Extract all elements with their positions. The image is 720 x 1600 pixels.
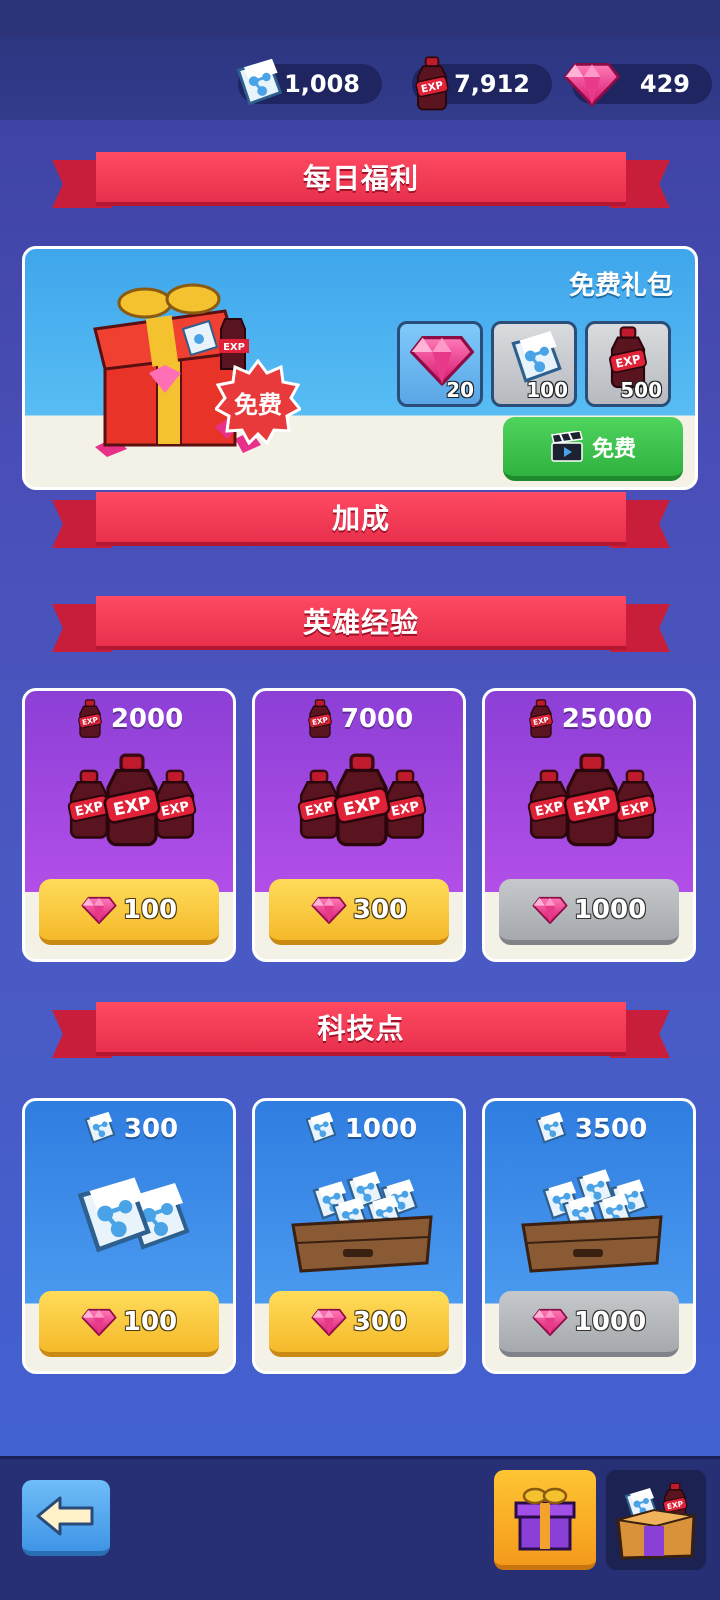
shop-tab[interactable] xyxy=(606,1470,706,1570)
section-ribbon-boost: 加成 xyxy=(52,492,670,548)
buy-button[interactable]: 1000 xyxy=(499,879,679,945)
reward-slot-gems: 20 xyxy=(397,321,483,407)
resource-box-icon xyxy=(616,1482,696,1560)
gem-icon xyxy=(532,1308,568,1336)
tech-point-icon xyxy=(531,1110,569,1148)
section-ribbon-daily: 每日福利 xyxy=(52,152,670,208)
claim-free-button[interactable]: 免费 xyxy=(503,417,683,481)
tech-offer-card[interactable]: 300 100 xyxy=(22,1098,236,1374)
exp-offer-card[interactable]: 7000 300 xyxy=(252,688,466,962)
gem-icon xyxy=(532,896,568,924)
gift-box-icon xyxy=(514,1487,576,1550)
exp-counter[interactable]: 7,912 xyxy=(412,64,552,104)
section-ribbon-tech: 科技点 xyxy=(52,1002,670,1058)
tech-cards-icon xyxy=(57,1159,189,1279)
buy-button[interactable]: 100 xyxy=(39,879,219,945)
exp-offer-card[interactable]: 25000 1000 xyxy=(482,688,696,962)
exp-bottle-icon xyxy=(75,699,105,739)
exp-bottles-bundle-icon xyxy=(526,753,658,847)
price-value: 100 xyxy=(122,1306,178,1337)
tech-point-icon xyxy=(80,1110,118,1148)
gem-icon xyxy=(81,896,117,924)
section-ribbon-hero-exp: 英雄经验 xyxy=(52,596,670,652)
daily-free-pack-card: EXP 免费 免费礼包 20 100 500 免费 xyxy=(22,246,698,490)
exp-bottles-bundle-icon xyxy=(296,753,428,847)
reward-value: 20 xyxy=(446,378,474,402)
tech-point-icon xyxy=(301,1110,339,1148)
buy-button[interactable]: 300 xyxy=(269,879,449,945)
gem-icon xyxy=(311,896,347,924)
offer-amount: 7000 xyxy=(340,704,414,734)
tech-points-value: 1,008 xyxy=(284,70,360,98)
price-value: 1000 xyxy=(573,894,647,925)
video-clapper-icon xyxy=(551,430,583,462)
reward-value: 500 xyxy=(620,378,662,402)
offer-amount: 2000 xyxy=(110,704,184,734)
status-strip xyxy=(0,0,720,36)
offer-amount: 300 xyxy=(123,1114,179,1144)
tech-crate-icon xyxy=(291,1170,433,1273)
section-title-daily: 每日福利 xyxy=(96,152,626,206)
reward-slot-exp: 500 xyxy=(585,321,671,407)
reward-value: 100 xyxy=(526,378,568,402)
gems-counter[interactable]: 429 xyxy=(572,64,712,104)
exp-offer-card[interactable]: 2000 100 xyxy=(22,688,236,962)
price-value: 100 xyxy=(122,894,178,925)
gift-tab[interactable] xyxy=(494,1470,596,1570)
section-title-boost: 加成 xyxy=(96,492,626,546)
arrow-left-icon xyxy=(36,1496,94,1535)
tech-offer-card[interactable]: 1000 300 xyxy=(252,1098,466,1374)
tech-offer-card[interactable]: 3500 1000 xyxy=(482,1098,696,1374)
price-value: 1000 xyxy=(573,1306,647,1337)
buy-button[interactable]: 300 xyxy=(269,1291,449,1357)
exp-bottle-icon xyxy=(305,699,335,739)
section-title-hero-exp: 英雄经验 xyxy=(96,596,626,650)
price-value: 300 xyxy=(352,894,408,925)
back-button[interactable] xyxy=(22,1480,110,1556)
offer-amount: 25000 xyxy=(561,704,653,734)
price-value: 300 xyxy=(352,1306,408,1337)
exp-bottle-icon xyxy=(404,56,460,112)
gem-icon xyxy=(311,1308,347,1336)
exp-bottles-bundle-icon xyxy=(66,753,198,847)
exp-bottle-icon xyxy=(526,699,556,739)
offer-amount: 1000 xyxy=(344,1114,418,1144)
tech-crate-icon xyxy=(521,1168,663,1273)
free-badge-label: 免费 xyxy=(234,390,282,419)
exp-value: 7,912 xyxy=(454,70,530,98)
offer-amount: 3500 xyxy=(574,1114,648,1144)
claim-free-label: 免费 xyxy=(591,436,636,462)
buy-button[interactable]: 100 xyxy=(39,1291,219,1357)
gem-icon xyxy=(564,56,620,112)
gem-icon xyxy=(81,1308,117,1336)
section-title-tech: 科技点 xyxy=(96,1002,626,1056)
reward-slot-tech-points: 100 xyxy=(491,321,577,407)
tech-point-icon xyxy=(230,56,286,112)
free-badge: 免费 xyxy=(215,359,301,445)
svg-text:EXP: EXP xyxy=(223,342,245,353)
tech-points-counter[interactable]: 1,008 xyxy=(238,64,382,104)
buy-button[interactable]: 1000 xyxy=(499,1291,679,1357)
free-pack-title: 免费礼包 xyxy=(568,271,673,301)
gems-value: 429 xyxy=(639,70,690,98)
